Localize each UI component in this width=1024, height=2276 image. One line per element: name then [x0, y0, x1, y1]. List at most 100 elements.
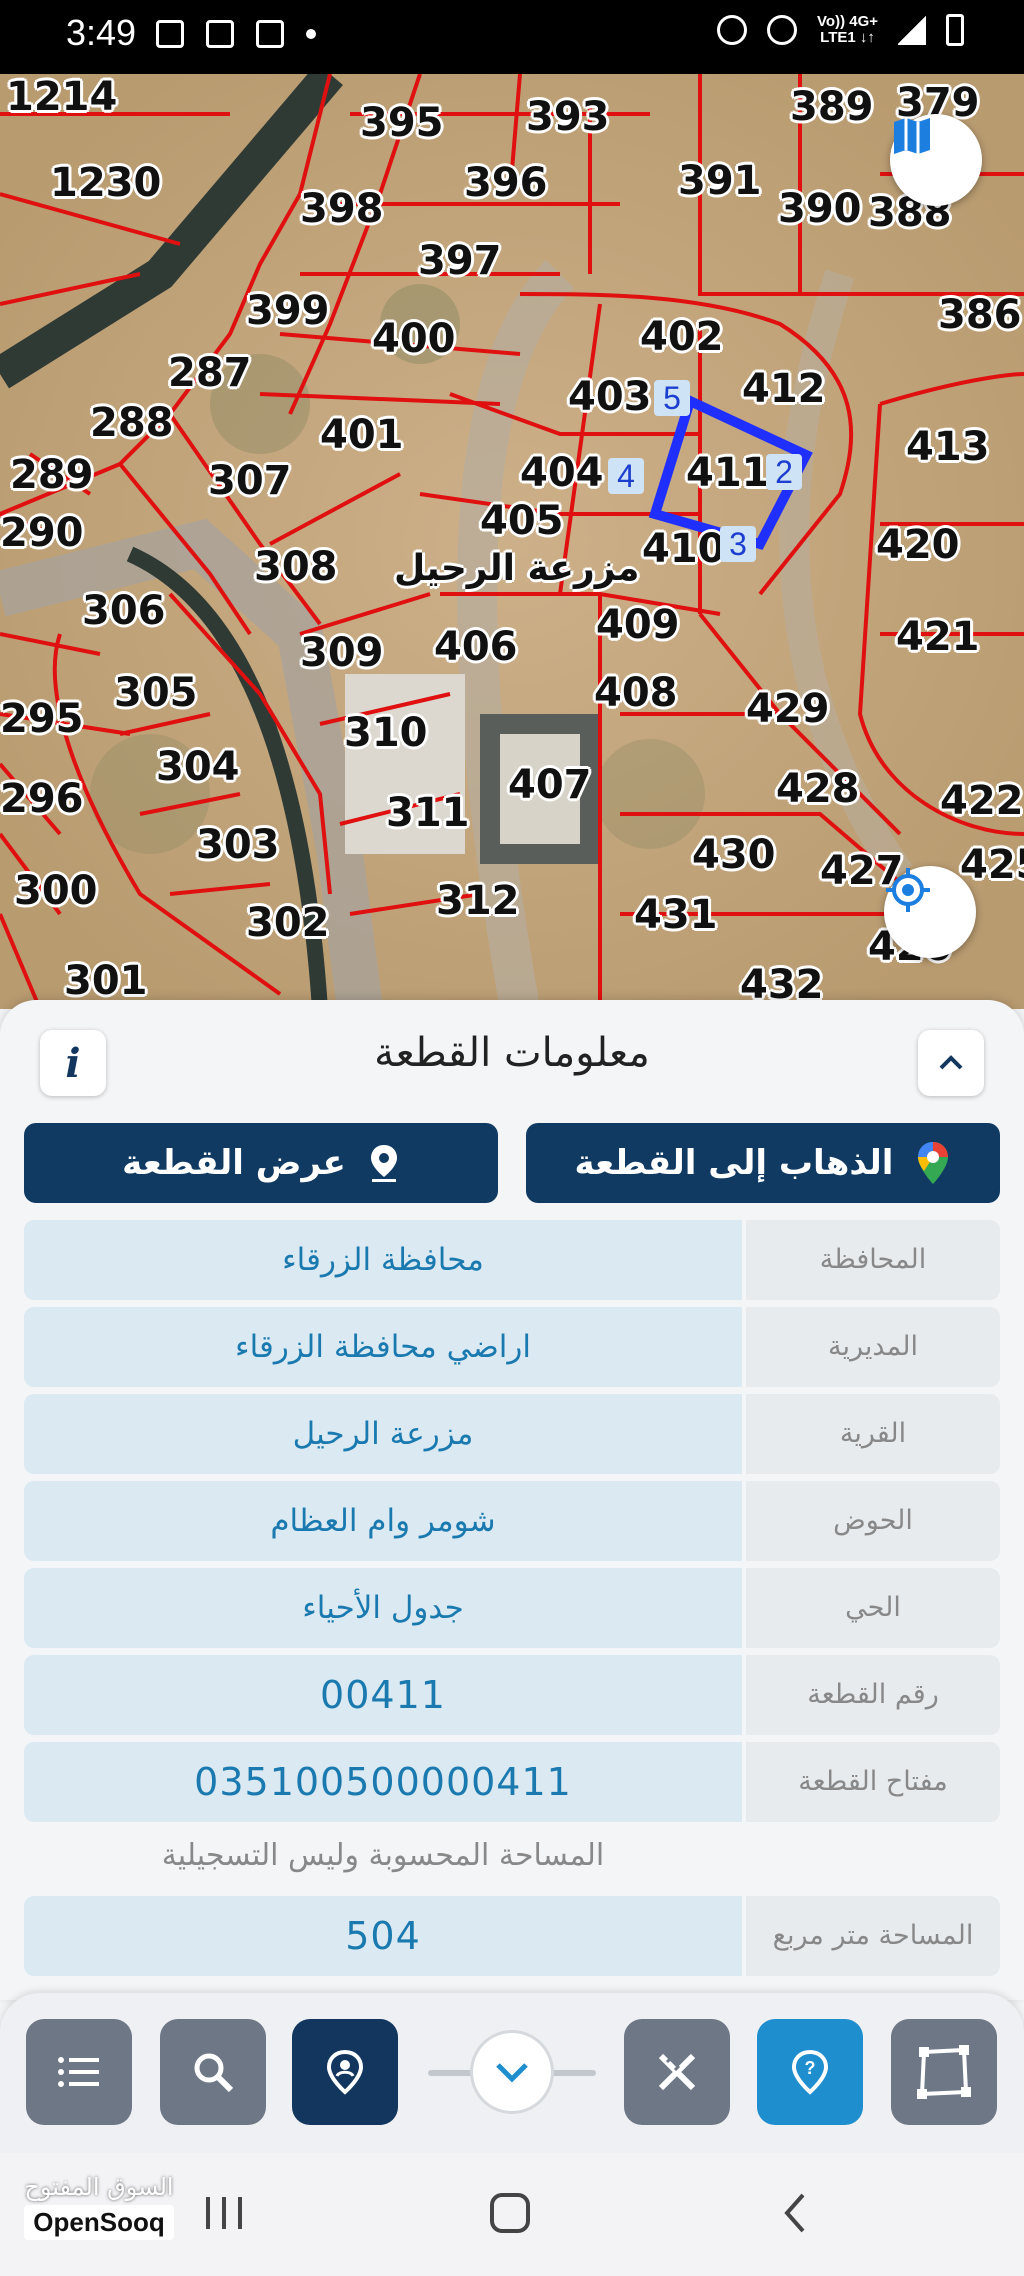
parcel-label[interactable]: 395	[360, 100, 444, 146]
neighborhood-label: الحي	[746, 1568, 1000, 1648]
detail-row-neighborhood: جدول الأحياء الحي	[24, 1568, 1000, 1648]
more-notifications-icon	[306, 29, 316, 39]
parcel-label[interactable]: 393	[526, 94, 610, 140]
vertex-marker[interactable]: 5	[654, 380, 690, 416]
panel-title: معلومات القطعة	[374, 1030, 650, 1076]
recent-apps-button[interactable]	[194, 2183, 254, 2243]
recent-apps-icon	[206, 2197, 242, 2229]
search-button[interactable]	[160, 2019, 266, 2125]
show-parcel-label: عرض القطعة	[122, 1143, 346, 1183]
parcel-label[interactable]: 1214	[6, 74, 117, 120]
parcel-label[interactable]: 301	[64, 958, 148, 1004]
go-to-parcel-label: الذهاب إلى القطعة	[574, 1143, 894, 1183]
vertex-marker[interactable]: 3	[720, 526, 756, 562]
parcel-label[interactable]: 390	[778, 186, 862, 232]
parcel-label[interactable]: 310	[344, 710, 428, 756]
village-value: مزرعة الرحيل	[24, 1394, 742, 1474]
parcel-label[interactable]: 398	[300, 186, 384, 232]
parcel-label[interactable]: 288	[90, 400, 174, 446]
parcel-label[interactable]: 401	[320, 412, 404, 458]
system-navigation-bar: السوق المفتوح OpenSooq	[0, 2153, 1024, 2276]
parcel-location-button[interactable]	[292, 2019, 398, 2125]
vertex-marker[interactable]: 4	[608, 458, 644, 494]
parcel-label[interactable]: 422	[940, 778, 1024, 824]
satellite-map[interactable]: 1214 1230 395 393 389 379 398 396 391 39…	[0, 74, 1024, 1009]
parcel-label[interactable]: 306	[82, 588, 166, 634]
parcel-label[interactable]: 386	[938, 292, 1022, 338]
parcel-label[interactable]: 429	[746, 686, 830, 732]
parcel-label[interactable]: 307	[208, 458, 292, 504]
parcel-label[interactable]: 311	[386, 790, 470, 836]
parcel-label[interactable]: 403	[568, 374, 652, 420]
parcel-number-label: رقم القطعة	[746, 1655, 1000, 1735]
parcel-label[interactable]: 406	[434, 624, 518, 670]
location-pin-icon	[370, 1145, 397, 1182]
parcel-key-label: مفتاح القطعة	[746, 1742, 1000, 1822]
parcel-label[interactable]: 409	[596, 602, 680, 648]
parcel-label[interactable]: 404	[520, 450, 604, 496]
basemap-toggle-button[interactable]	[890, 114, 982, 206]
opensooq-watermark: السوق المفتوح OpenSooq	[24, 2173, 174, 2240]
home-button[interactable]	[480, 2183, 540, 2243]
area-label: المساحة متر مربع	[746, 1896, 1000, 1976]
detail-row-parcel-number: 00411 رقم القطعة	[24, 1655, 1000, 1735]
parcel-label[interactable]: 309	[300, 630, 384, 676]
expand-toggle-button[interactable]	[470, 2030, 554, 2114]
parcel-label[interactable]: 303	[196, 822, 280, 868]
go-to-parcel-button[interactable]: الذهاب إلى القطعة	[526, 1123, 1000, 1203]
parcel-label[interactable]: 1230	[50, 160, 161, 206]
detail-row-directorate: اراضي محافظة الزرقاء المديرية	[24, 1307, 1000, 1387]
village-name-label: مزرعة الرحيل	[394, 548, 640, 589]
parcel-label[interactable]: 408	[594, 670, 678, 716]
measure-tool-button[interactable]	[624, 2019, 730, 2125]
parcel-label[interactable]: 400	[372, 316, 456, 362]
parcel-label[interactable]: 431	[634, 892, 718, 938]
parcel-label[interactable]: 396	[464, 160, 548, 206]
parcel-label[interactable]: 308	[254, 544, 338, 590]
parcel-label[interactable]: 405	[480, 498, 564, 544]
parcel-label[interactable]: 296	[0, 776, 84, 822]
my-location-button[interactable]	[884, 866, 976, 958]
detail-row-village: مزرعة الرحيل القرية	[24, 1394, 1000, 1474]
parcel-label[interactable]: 287	[168, 350, 252, 396]
vertex-marker[interactable]: 2	[766, 454, 802, 490]
parcel-label[interactable]: 389	[790, 84, 874, 130]
parcel-label[interactable]: 407	[508, 762, 592, 808]
gallery-icon	[156, 20, 184, 48]
parcel-label[interactable]: 411	[686, 450, 770, 496]
battery-icon	[946, 14, 964, 46]
draw-polygon-button[interactable]	[891, 2019, 997, 2125]
show-parcel-button[interactable]: عرض القطعة	[24, 1123, 498, 1203]
parcel-label[interactable]: 421	[896, 614, 980, 660]
parcel-label[interactable]: 391	[678, 158, 762, 204]
parcel-label[interactable]: 305	[114, 670, 198, 716]
parcel-label[interactable]: 410	[642, 526, 726, 572]
parcel-label[interactable]: 412	[742, 366, 826, 412]
status-bar: 3:49 Vo)) 4G+ LTE1 ↓↑	[0, 0, 1024, 74]
parcel-label[interactable]: 300	[14, 868, 98, 914]
signal-icon	[898, 15, 926, 45]
parcel-label[interactable]: 420	[876, 522, 960, 568]
parcel-label[interactable]: 402	[640, 314, 724, 360]
parcel-label[interactable]: 304	[156, 744, 240, 790]
search-icon	[194, 2053, 234, 2093]
collapse-panel-button[interactable]	[918, 1030, 984, 1096]
parcel-label[interactable]: 399	[246, 288, 330, 334]
info-button[interactable]: i	[40, 1030, 106, 1096]
parcel-label[interactable]: 430	[692, 832, 776, 878]
parcel-label[interactable]: 295	[0, 696, 84, 742]
parcel-label[interactable]: 289	[10, 452, 94, 498]
parcel-label[interactable]: 302	[246, 900, 330, 946]
help-button[interactable]: ?	[757, 2019, 863, 2125]
polygon-icon	[917, 2045, 971, 2099]
back-button[interactable]	[766, 2183, 826, 2243]
crosshair-icon	[886, 868, 930, 912]
parcel-label[interactable]: 290	[0, 510, 84, 556]
parcel-label[interactable]: 428	[776, 766, 860, 812]
village-label: القرية	[746, 1394, 1000, 1474]
parcel-label[interactable]: 397	[418, 238, 502, 284]
parcel-label[interactable]: 425	[960, 842, 1024, 888]
parcel-label[interactable]: 413	[906, 424, 990, 470]
parcel-label[interactable]: 312	[436, 878, 520, 924]
list-button[interactable]	[26, 2019, 132, 2125]
